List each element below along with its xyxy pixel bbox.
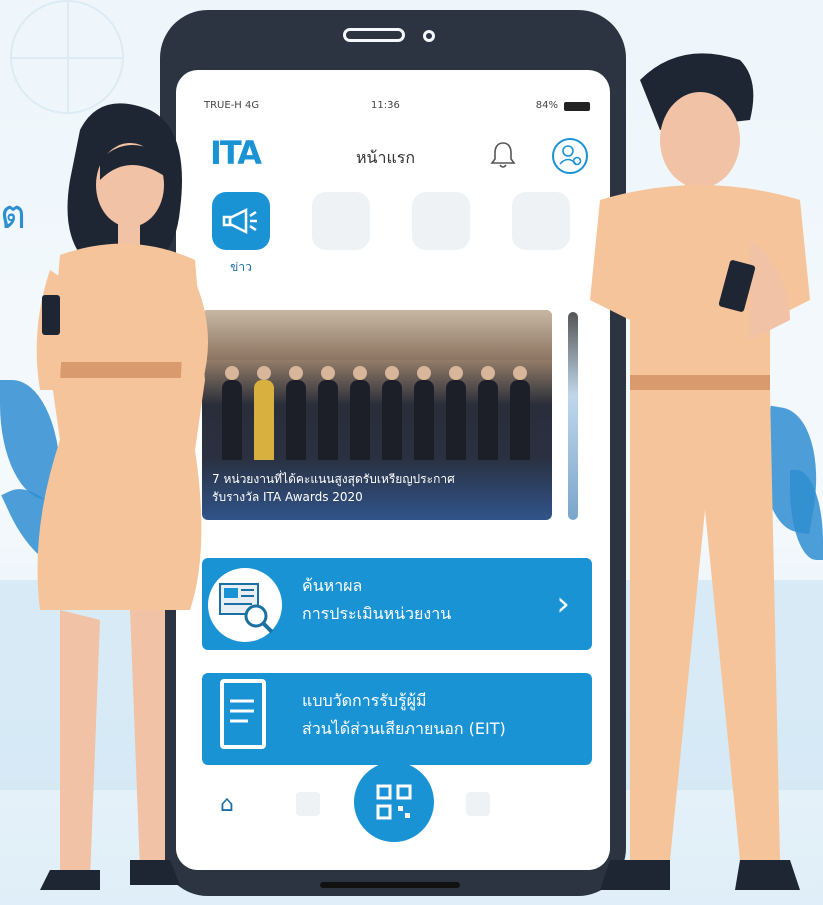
phone-speaker — [343, 28, 405, 42]
banner-head — [449, 366, 463, 380]
phone-camera — [423, 30, 435, 42]
card-text: แบบวัดการรับรู้ผู้มี ส่วนได้ส่วนเสียภายน… — [302, 687, 506, 743]
banner-caption: 7 หน่วยงานที่ได้คะแนนสูงสุดรับเหรียญประก… — [212, 470, 542, 506]
banner-person — [350, 380, 370, 460]
banner-person — [382, 380, 402, 460]
menu-item-4[interactable] — [506, 192, 576, 282]
banner-person — [286, 380, 306, 460]
tab-icon-2[interactable] — [296, 792, 320, 816]
chart-icon — [312, 192, 370, 250]
banner-person — [478, 380, 498, 460]
quick-menu: ข่าว — [176, 192, 610, 282]
qr-code-icon — [376, 784, 412, 820]
woman-illustration — [36, 103, 208, 890]
eit-survey-card[interactable]: แบบวัดการรับรู้ผู้มี ส่วนได้ส่วนเสียภายน… — [202, 673, 592, 765]
banner-head — [257, 366, 271, 380]
menu-item-2[interactable] — [306, 192, 376, 282]
status-bar: TRUE-H 4G 11:36 84% — [176, 100, 610, 120]
page-title: หน้าแรก — [356, 148, 416, 167]
banner-person — [510, 380, 530, 460]
banner-person — [414, 380, 434, 460]
news-banner[interactable]: 7 หน่วยงานที่ได้คะแนนสูงสุดรับเหรียญประก… — [202, 310, 552, 520]
tab-icon-4[interactable] — [466, 792, 490, 816]
app-bar: ITA หน้าแรก — [176, 130, 610, 180]
bottom-tab-bar: ⌂ — [176, 762, 610, 870]
menu-item-3[interactable] — [406, 192, 476, 282]
banner-caption-line1: 7 หน่วยงานที่ได้คะแนนสูงสุดรับเหรียญประก… — [212, 472, 455, 486]
card-text: ค้นหาผล การประเมินหน่วยงาน — [302, 572, 451, 628]
banner-person — [446, 380, 466, 460]
bell-icon[interactable] — [490, 140, 516, 170]
banner-ceiling — [202, 310, 552, 360]
banner-head — [385, 366, 399, 380]
man-illustration — [590, 53, 810, 890]
banner-head — [353, 366, 367, 380]
document-icon — [412, 192, 470, 250]
banner-head — [481, 366, 495, 380]
card-title: แบบวัดการรับรู้ผู้มี — [302, 691, 427, 710]
search-results-card[interactable]: ค้นหาผล การประเมินหน่วยงาน › — [202, 558, 592, 650]
card-subtitle: ส่วนได้ส่วนเสียภายนอก (EIT) — [302, 719, 506, 738]
banner-person — [254, 380, 274, 460]
card-subtitle: การประเมินหน่วยงาน — [302, 604, 452, 623]
phone-home-indicator — [320, 882, 460, 888]
banner-head — [321, 366, 335, 380]
qr-scan-button[interactable] — [354, 762, 434, 842]
clock: 11:36 — [371, 100, 400, 111]
banner-head — [513, 366, 527, 380]
banner-caption-line2: รับรางวัล ITA Awards 2020 — [212, 490, 363, 504]
banner-person — [318, 380, 338, 460]
banner-head — [289, 366, 303, 380]
phone-screen: TRUE-H 4G 11:36 84% ITA หน้าแรก ข่าว 7 ห… — [176, 70, 610, 870]
battery-percent: 84% — [535, 100, 558, 111]
chevron-right-icon: › — [556, 584, 570, 624]
card-title: ค้นหาผล — [302, 576, 363, 595]
chat-icon — [512, 192, 570, 250]
banner-head — [417, 366, 431, 380]
